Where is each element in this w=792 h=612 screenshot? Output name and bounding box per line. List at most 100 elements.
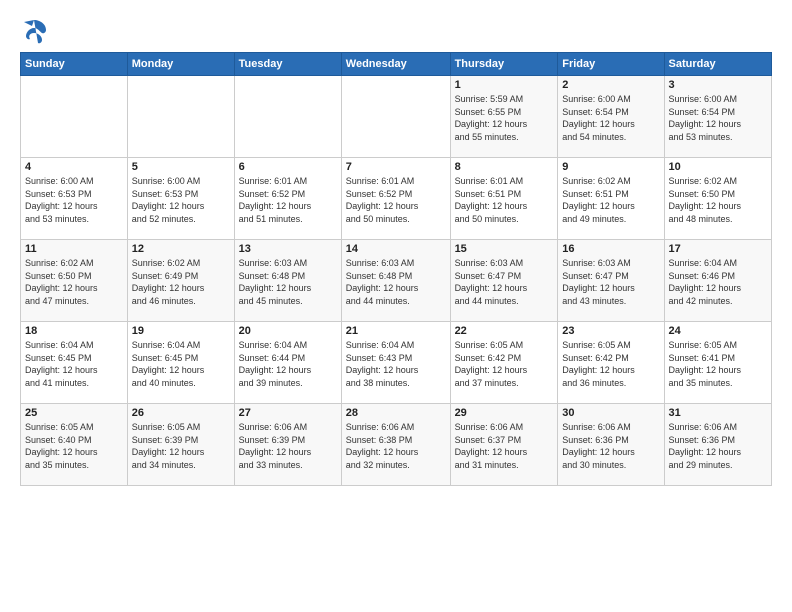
calendar-table: SundayMondayTuesdayWednesdayThursdayFrid… bbox=[20, 52, 772, 486]
week-row-4: 18 Sunrise: 6:04 AM Sunset: 6:45 PM Dayli… bbox=[21, 322, 772, 404]
day-number: 22 bbox=[455, 325, 554, 337]
day-cell: 6 Sunrise: 6:01 AM Sunset: 6:52 PM Daylig… bbox=[234, 158, 341, 240]
header bbox=[20, 16, 772, 44]
day-header-friday: Friday bbox=[558, 53, 664, 76]
day-number: 1 bbox=[455, 79, 554, 91]
day-cell: 3Sunrise: 6:00 AM Sunset: 6:54 PM Daylig… bbox=[664, 76, 771, 158]
day-cell: 16 Sunrise: 6:03 AM Sunset: 6:47 PM Dayli… bbox=[558, 240, 664, 322]
day-info: Sunrise: 6:03 AM Sunset: 6:47 PM Dayligh… bbox=[455, 257, 554, 307]
day-header-tuesday: Tuesday bbox=[234, 53, 341, 76]
day-number: 2 bbox=[562, 79, 659, 91]
day-cell: 7Sunrise: 6:01 AM Sunset: 6:52 PM Daylig… bbox=[341, 158, 450, 240]
day-number: 25 bbox=[25, 407, 123, 419]
page: SundayMondayTuesdayWednesdayThursdayFrid… bbox=[0, 0, 792, 612]
day-cell bbox=[21, 76, 128, 158]
day-cell bbox=[127, 76, 234, 158]
day-info: Sunrise: 6:03 AM Sunset: 6:48 PM Dayligh… bbox=[346, 257, 446, 307]
day-number: 21 bbox=[346, 325, 446, 337]
day-cell: 25 Sunrise: 6:05 AM Sunset: 6:40 PM Dayli… bbox=[21, 404, 128, 486]
day-number: 28 bbox=[346, 407, 446, 419]
week-row-3: 11 Sunrise: 6:02 AM Sunset: 6:50 PM Dayli… bbox=[21, 240, 772, 322]
day-cell: 2 Sunrise: 6:00 AM Sunset: 6:54 PM Daylig… bbox=[558, 76, 664, 158]
day-info: Sunrise: 6:04 AM Sunset: 6:45 PM Dayligh… bbox=[132, 339, 230, 389]
day-number: 12 bbox=[132, 243, 230, 255]
day-info: Sunrise: 6:04 AM Sunset: 6:44 PM Dayligh… bbox=[239, 339, 337, 389]
day-cell: 9 Sunrise: 6:02 AM Sunset: 6:51 PM Daylig… bbox=[558, 158, 664, 240]
day-cell: 17 Sunrise: 6:04 AM Sunset: 6:46 PM Dayli… bbox=[664, 240, 771, 322]
week-row-1: 1 Sunrise: 5:59 AM Sunset: 6:55 PM Daylig… bbox=[21, 76, 772, 158]
day-cell: 5 Sunrise: 6:00 AM Sunset: 6:53 PM Daylig… bbox=[127, 158, 234, 240]
calendar-body: 1 Sunrise: 5:59 AM Sunset: 6:55 PM Daylig… bbox=[21, 76, 772, 486]
day-cell: 31 Sunrise: 6:06 AM Sunset: 6:36 PM Dayli… bbox=[664, 404, 771, 486]
day-number: 5 bbox=[132, 161, 230, 173]
day-header-thursday: Thursday bbox=[450, 53, 558, 76]
day-info: Sunrise: 6:01 AM Sunset: 6:51 PM Dayligh… bbox=[455, 175, 554, 225]
day-cell: 24Sunrise: 6:05 AM Sunset: 6:41 PM Dayli… bbox=[664, 322, 771, 404]
day-info: Sunrise: 6:02 AM Sunset: 6:50 PM Dayligh… bbox=[669, 175, 767, 225]
day-number: 31 bbox=[669, 407, 767, 419]
logo-icon bbox=[20, 16, 48, 44]
day-cell: 18 Sunrise: 6:04 AM Sunset: 6:45 PM Dayli… bbox=[21, 322, 128, 404]
header-row: SundayMondayTuesdayWednesdayThursdayFrid… bbox=[21, 53, 772, 76]
day-cell: 13Sunrise: 6:03 AM Sunset: 6:48 PM Dayli… bbox=[234, 240, 341, 322]
day-number: 29 bbox=[455, 407, 554, 419]
day-cell: 22 Sunrise: 6:05 AM Sunset: 6:42 PM Dayli… bbox=[450, 322, 558, 404]
day-info: Sunrise: 6:05 AM Sunset: 6:42 PM Dayligh… bbox=[562, 339, 659, 389]
day-number: 16 bbox=[562, 243, 659, 255]
day-cell: 10 Sunrise: 6:02 AM Sunset: 6:50 PM Dayli… bbox=[664, 158, 771, 240]
day-header-sunday: Sunday bbox=[21, 53, 128, 76]
day-cell: 28Sunrise: 6:06 AM Sunset: 6:38 PM Dayli… bbox=[341, 404, 450, 486]
day-info: Sunrise: 6:06 AM Sunset: 6:37 PM Dayligh… bbox=[455, 421, 554, 471]
day-cell: 12 Sunrise: 6:02 AM Sunset: 6:49 PM Dayli… bbox=[127, 240, 234, 322]
day-cell bbox=[234, 76, 341, 158]
day-number: 17 bbox=[669, 243, 767, 255]
day-header-monday: Monday bbox=[127, 53, 234, 76]
day-info: Sunrise: 5:59 AM Sunset: 6:55 PM Dayligh… bbox=[455, 93, 554, 143]
day-info: Sunrise: 6:06 AM Sunset: 6:39 PM Dayligh… bbox=[239, 421, 337, 471]
day-info: Sunrise: 6:04 AM Sunset: 6:46 PM Dayligh… bbox=[669, 257, 767, 307]
day-info: Sunrise: 6:06 AM Sunset: 6:36 PM Dayligh… bbox=[669, 421, 767, 471]
day-number: 30 bbox=[562, 407, 659, 419]
day-cell: 19 Sunrise: 6:04 AM Sunset: 6:45 PM Dayli… bbox=[127, 322, 234, 404]
day-info: Sunrise: 6:04 AM Sunset: 6:45 PM Dayligh… bbox=[25, 339, 123, 389]
day-cell: 8 Sunrise: 6:01 AM Sunset: 6:51 PM Daylig… bbox=[450, 158, 558, 240]
day-info: Sunrise: 6:01 AM Sunset: 6:52 PM Dayligh… bbox=[239, 175, 337, 225]
day-number: 9 bbox=[562, 161, 659, 173]
day-number: 10 bbox=[669, 161, 767, 173]
day-number: 11 bbox=[25, 243, 123, 255]
day-info: Sunrise: 6:03 AM Sunset: 6:47 PM Dayligh… bbox=[562, 257, 659, 307]
day-number: 3 bbox=[669, 79, 767, 91]
day-cell: 26Sunrise: 6:05 AM Sunset: 6:39 PM Dayli… bbox=[127, 404, 234, 486]
day-info: Sunrise: 6:04 AM Sunset: 6:43 PM Dayligh… bbox=[346, 339, 446, 389]
day-cell: 11 Sunrise: 6:02 AM Sunset: 6:50 PM Dayli… bbox=[21, 240, 128, 322]
day-number: 7 bbox=[346, 161, 446, 173]
day-info: Sunrise: 6:00 AM Sunset: 6:53 PM Dayligh… bbox=[25, 175, 123, 225]
day-info: Sunrise: 6:00 AM Sunset: 6:54 PM Dayligh… bbox=[562, 93, 659, 143]
day-cell: 20 Sunrise: 6:04 AM Sunset: 6:44 PM Dayli… bbox=[234, 322, 341, 404]
day-info: Sunrise: 6:00 AM Sunset: 6:53 PM Dayligh… bbox=[132, 175, 230, 225]
day-number: 15 bbox=[455, 243, 554, 255]
day-info: Sunrise: 6:05 AM Sunset: 6:39 PM Dayligh… bbox=[132, 421, 230, 471]
day-info: Sunrise: 6:02 AM Sunset: 6:51 PM Dayligh… bbox=[562, 175, 659, 225]
day-info: Sunrise: 6:05 AM Sunset: 6:42 PM Dayligh… bbox=[455, 339, 554, 389]
day-info: Sunrise: 6:03 AM Sunset: 6:48 PM Dayligh… bbox=[239, 257, 337, 307]
day-number: 23 bbox=[562, 325, 659, 337]
day-cell: 23 Sunrise: 6:05 AM Sunset: 6:42 PM Dayli… bbox=[558, 322, 664, 404]
logo bbox=[20, 16, 52, 44]
week-row-2: 4Sunrise: 6:00 AM Sunset: 6:53 PM Daylig… bbox=[21, 158, 772, 240]
day-cell: 21 Sunrise: 6:04 AM Sunset: 6:43 PM Dayli… bbox=[341, 322, 450, 404]
day-info: Sunrise: 6:05 AM Sunset: 6:40 PM Dayligh… bbox=[25, 421, 123, 471]
week-row-5: 25 Sunrise: 6:05 AM Sunset: 6:40 PM Dayli… bbox=[21, 404, 772, 486]
day-header-saturday: Saturday bbox=[664, 53, 771, 76]
day-number: 20 bbox=[239, 325, 337, 337]
day-number: 6 bbox=[239, 161, 337, 173]
day-number: 14 bbox=[346, 243, 446, 255]
day-number: 27 bbox=[239, 407, 337, 419]
day-cell: 15 Sunrise: 6:03 AM Sunset: 6:47 PM Dayli… bbox=[450, 240, 558, 322]
day-info: Sunrise: 6:02 AM Sunset: 6:49 PM Dayligh… bbox=[132, 257, 230, 307]
day-info: Sunrise: 6:05 AM Sunset: 6:41 PM Dayligh… bbox=[669, 339, 767, 389]
day-number: 8 bbox=[455, 161, 554, 173]
day-info: Sunrise: 6:02 AM Sunset: 6:50 PM Dayligh… bbox=[25, 257, 123, 307]
day-number: 19 bbox=[132, 325, 230, 337]
day-number: 18 bbox=[25, 325, 123, 337]
